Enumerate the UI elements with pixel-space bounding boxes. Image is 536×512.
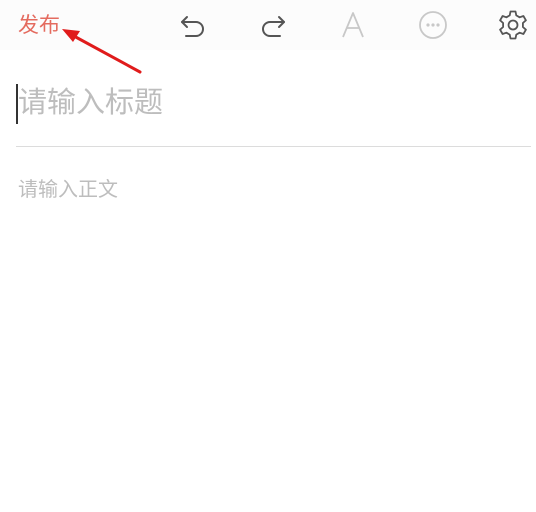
font-icon-graphic bbox=[342, 12, 364, 38]
more-icon[interactable] bbox=[416, 8, 450, 42]
redo-icon[interactable] bbox=[256, 8, 290, 42]
editor-page: 发布 bbox=[0, 0, 536, 512]
text-cursor bbox=[16, 84, 18, 124]
more-icon-graphic bbox=[419, 11, 447, 39]
settings-icon-graphic bbox=[499, 10, 527, 40]
undo-icon-graphic bbox=[181, 16, 204, 37]
undo-icon[interactable] bbox=[176, 8, 210, 42]
title-divider bbox=[16, 146, 531, 147]
settings-icon[interactable] bbox=[496, 8, 530, 42]
publish-button[interactable]: 发布 bbox=[18, 8, 60, 42]
redo-icon-graphic bbox=[262, 16, 285, 37]
body-input[interactable] bbox=[14, 172, 534, 492]
font-icon[interactable] bbox=[336, 8, 370, 42]
title-input[interactable] bbox=[14, 78, 534, 126]
top-toolbar: 发布 bbox=[0, 0, 536, 50]
